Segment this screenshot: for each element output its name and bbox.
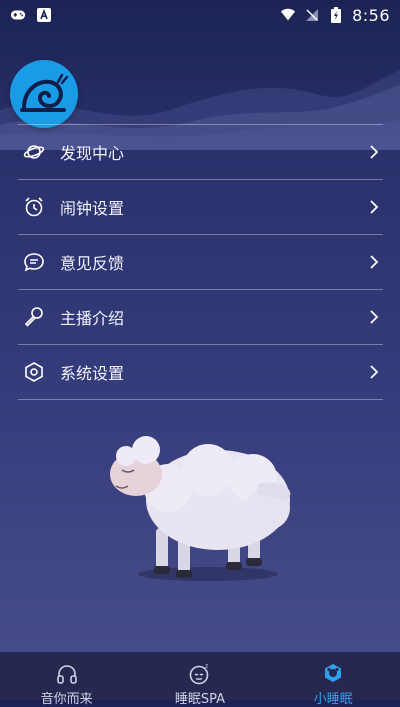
battery-charging-icon (328, 7, 344, 23)
bottom-tab-bar: 音你而来 z 睡眠SPA 小睡眠 (0, 652, 400, 707)
svg-text:z: z (205, 663, 208, 670)
snail-logo-icon (20, 73, 69, 112)
headphones-icon (55, 662, 79, 686)
tab-music[interactable]: 音你而来 (12, 652, 122, 707)
menu-item-label: 闹钟设置 (60, 199, 125, 218)
gamepad-icon (10, 7, 26, 23)
menu-divider (18, 399, 383, 400)
menu-item-alarm-settings[interactable]: 闹钟设置 (18, 180, 383, 234)
menu-item-feedback[interactable]: 意见反馈 (18, 235, 383, 289)
tab-label: 音你而来 (40, 692, 93, 707)
status-left (10, 7, 52, 23)
settings-menu: 发现中心 闹钟设置 意见反馈 主播介绍 系统设置 (18, 124, 383, 400)
chevron-right-icon (367, 310, 381, 324)
chevron-right-icon (367, 145, 381, 159)
chevron-right-icon (367, 200, 381, 214)
tab-label: 小睡眠 (313, 692, 353, 707)
menu-item-discover-center[interactable]: 发现中心 (18, 125, 383, 179)
tab-sleep-spa[interactable]: z 睡眠SPA (145, 652, 255, 707)
wifi-icon (280, 7, 296, 23)
sheep-badge-icon (321, 662, 345, 686)
chevron-right-icon (367, 365, 381, 379)
menu-item-label: 意见反馈 (60, 254, 125, 273)
app-logo (10, 60, 78, 128)
planet-icon (22, 140, 46, 164)
menu-item-system-settings[interactable]: 系统设置 (18, 345, 383, 399)
clock-time: 8:56 (352, 5, 390, 25)
sheep-illustration (110, 436, 291, 581)
chat-bubble-icon (22, 250, 46, 274)
tab-little-sleep[interactable]: 小睡眠 (278, 652, 388, 707)
tab-label: 睡眠SPA (174, 692, 226, 707)
status-right: 8:56 (280, 6, 390, 25)
font-a-icon (36, 7, 52, 23)
microphone-icon (22, 305, 46, 329)
sleepy-face-icon: z (188, 662, 212, 686)
menu-item-label: 系统设置 (60, 364, 125, 383)
menu-item-host-intro[interactable]: 主播介绍 (18, 290, 383, 344)
no-signal-icon (304, 7, 320, 23)
menu-item-label: 发现中心 (60, 144, 125, 163)
chevron-right-icon (367, 255, 381, 269)
settings-hexagon-icon (22, 360, 46, 384)
alarm-clock-icon (22, 195, 46, 219)
status-bar: 8:56 (0, 0, 400, 30)
menu-item-label: 主播介绍 (60, 309, 125, 328)
